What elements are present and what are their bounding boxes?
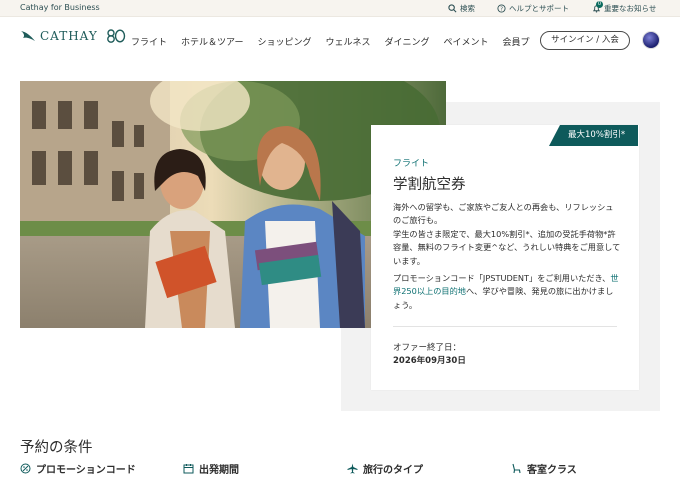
offer-desc-line-1: 海外への留学も、ご家族やご友人との再会も、リフレッシュのご旅行も。 — [393, 202, 614, 226]
promo-text-1: プロモーションコード「JPSTUDENT」をご利用いただき、 — [393, 273, 611, 283]
offer-description: 海外への留学も、ご家族やご友人との再会も、リフレッシュのご旅行も。 学生の皆さま… — [393, 201, 621, 268]
language-globe-icon[interactable] — [642, 31, 660, 49]
condition-trip-type: 旅行のタイプ — [347, 461, 423, 476]
condition-label: 旅行のタイプ — [363, 465, 423, 476]
offer-card: フライト 学割航空券 海外への留学も、ご家族やご友人との再会も、リフレッシュのご… — [371, 125, 639, 390]
nav-item-flights[interactable]: フライト — [131, 35, 167, 48]
utility-bar: Cathay for Business 検索 ? ヘルプとサポート 重要なお知ら… — [0, 0, 680, 17]
main-nav: CATHAY フライト ホテル＆ツアー ショッピング ウェルネス ダイニング ペ… — [0, 17, 680, 63]
signin-button[interactable]: サインイン / 入会 — [540, 31, 630, 50]
nav-menu: フライト ホテル＆ツアー ショッピング ウェルネス ダイニング ペイメント 会員… — [131, 35, 544, 48]
offer-desc-line-2: 学生の皆さま限定で、最大10%割引*、追加の受託手荷物*許容量、無料のフライト変… — [393, 228, 621, 266]
help-link[interactable]: ? ヘルプとサポート — [497, 3, 569, 14]
notice-label: 重要なお知らせ — [604, 4, 657, 13]
condition-departure-period: 出発期間 — [183, 461, 239, 476]
anniversary-80-icon — [106, 29, 125, 43]
plane-icon — [347, 463, 358, 474]
brushwing-icon — [21, 31, 35, 41]
nav-item-payment[interactable]: ペイメント — [444, 35, 489, 48]
nav-item-wellness[interactable]: ウェルネス — [326, 35, 371, 48]
offer-end-label: オファー終了日： — [393, 343, 462, 353]
nav-item-membership[interactable]: 会員プ — [503, 35, 530, 48]
offer-category: フライト — [393, 159, 430, 169]
search-link[interactable]: 検索 — [448, 3, 475, 14]
cathay-logo[interactable]: CATHAY — [20, 29, 126, 43]
business-link[interactable]: Cathay for Business — [20, 3, 100, 12]
help-icon: ? — [497, 4, 506, 13]
condition-cabin-class: 客室クラス — [511, 461, 577, 476]
nav-item-hotels-tours[interactable]: ホテル＆ツアー — [181, 35, 243, 48]
tag-icon — [20, 463, 31, 474]
nav-item-shopping[interactable]: ショッピング — [257, 35, 311, 48]
notice-count-badge: 0 — [596, 1, 603, 8]
condition-label: 出発期間 — [199, 465, 239, 476]
help-label: ヘルプとサポート — [509, 4, 569, 13]
condition-label: プロモーションコード — [36, 465, 136, 476]
conditions-heading: 予約の条件 — [20, 440, 93, 456]
search-icon — [448, 4, 457, 13]
condition-label: 客室クラス — [527, 465, 577, 476]
nav-item-dining[interactable]: ダイニング — [385, 35, 430, 48]
discount-ribbon: 最大10%割引* — [549, 125, 638, 146]
offer-title: 学割航空券 — [393, 177, 466, 193]
condition-promo-code: プロモーションコード — [20, 461, 136, 476]
card-divider — [393, 326, 617, 327]
offer-promo-text: プロモーションコード「JPSTUDENT」をご利用いただき、世界250以上の目的… — [393, 272, 621, 312]
offer-end-date: 2026年09月30日 — [393, 356, 466, 366]
seat-icon — [512, 463, 521, 474]
search-label: 検索 — [460, 4, 475, 13]
calendar-icon — [183, 464, 194, 474]
brand-wordmark: CATHAY — [40, 29, 98, 43]
svg-text:?: ? — [500, 7, 503, 13]
